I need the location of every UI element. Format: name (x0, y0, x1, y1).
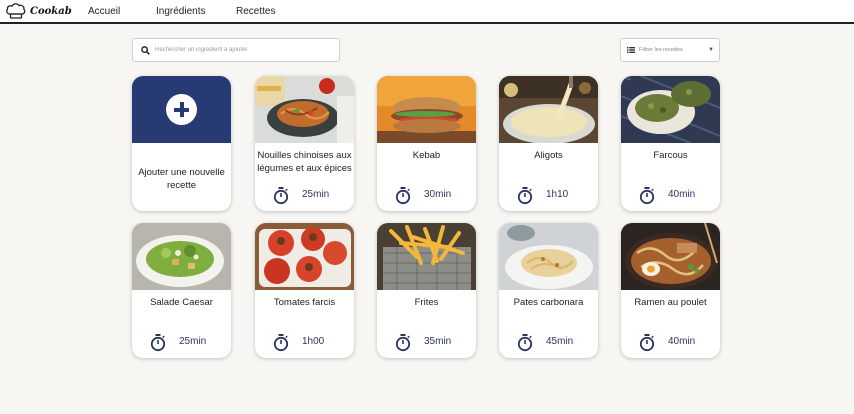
time-label: 30min (424, 189, 452, 200)
recipe-duration: 40min (621, 186, 720, 206)
ingredient-search-input[interactable] (155, 47, 335, 53)
recipe-title: Farcous (653, 150, 688, 161)
top-navbar: Cookab Accueil Ingrédients Recettes (0, 0, 854, 24)
recipe-duration: 25min (132, 333, 231, 353)
recipe-image-carbonara (499, 223, 598, 290)
recipe-card[interactable]: Kebab 30min (377, 76, 476, 211)
recipe-card[interactable]: Ramen au poulet 40min (621, 223, 720, 358)
list-icon (627, 47, 635, 53)
time-label: 45min (546, 336, 574, 347)
recipe-image-fries (377, 223, 476, 290)
time-label: 25min (302, 189, 330, 200)
add-card-banner (132, 76, 231, 143)
timer-icon (273, 334, 289, 352)
recipe-duration: 30min (377, 186, 476, 206)
recipe-duration: 35min (377, 333, 476, 353)
timer-icon (395, 334, 411, 352)
timer-icon (639, 187, 655, 205)
timer-icon (395, 187, 411, 205)
time-label: 1h00 (302, 336, 325, 347)
recipe-card[interactable]: Frites 35min (377, 223, 476, 358)
recipe-title: Kebab (412, 150, 441, 161)
filter-placeholder: Filtrer les recettes (639, 47, 683, 53)
recipe-duration: 25min (255, 186, 354, 206)
recipe-title: Aligots (534, 150, 563, 161)
recipe-image-aligot (499, 76, 598, 143)
time-label: 40min (668, 336, 696, 347)
timer-icon (150, 334, 166, 352)
recipe-title: Pates carbonara (513, 297, 584, 308)
recipe-title: Tomates farcis (273, 297, 336, 308)
recipe-image-noodles (255, 76, 354, 143)
recipe-title: Nouilles chinoises aux légumes et aux ép… (257, 150, 352, 174)
recipe-card[interactable]: Salade Caesar 25min (132, 223, 231, 358)
time-label: 1h10 (546, 189, 569, 200)
ingredient-search-box[interactable] (132, 38, 340, 62)
search-icon (141, 45, 150, 55)
recipe-title: Ramen au poulet (634, 297, 707, 308)
plus-icon[interactable] (166, 94, 197, 125)
recipe-duration: 1h00 (255, 333, 354, 353)
recipe-image-stuffed-tomatoes (255, 223, 354, 290)
recipe-card[interactable]: Tomates farcis 1h00 (255, 223, 354, 358)
nav-link-ingredients[interactable]: Ingrédients (156, 6, 205, 17)
time-label: 40min (668, 189, 696, 200)
timer-icon (273, 187, 289, 205)
recipe-title: Salade Caesar (150, 297, 213, 308)
chevron-down-icon: ▼ (708, 47, 714, 53)
nav-link-recettes[interactable]: Recettes (236, 6, 275, 17)
timer-icon (639, 334, 655, 352)
brand-logo[interactable]: Cookab (6, 2, 72, 20)
add-recipe-card[interactable]: Ajouter une nouvelle recette (132, 76, 231, 211)
recipe-filter-select[interactable]: Filtrer les recettes ▼ (620, 38, 720, 62)
timer-icon (517, 187, 533, 205)
add-recipe-label: Ajouter une nouvelle recette (138, 167, 225, 191)
recipe-image-ramen (621, 223, 720, 290)
recipe-card[interactable]: Farcous 40min (621, 76, 720, 211)
recipe-card[interactable]: Nouilles chinoises aux légumes et aux ép… (255, 76, 354, 211)
recipe-title: Frites (414, 297, 439, 308)
recipe-card[interactable]: Aligots 1h10 (499, 76, 598, 211)
recipe-card[interactable]: Pates carbonara 45min (499, 223, 598, 358)
time-label: 35min (424, 336, 452, 347)
nav-link-accueil[interactable]: Accueil (88, 6, 120, 17)
timer-icon (517, 334, 533, 352)
recipe-duration: 1h10 (499, 186, 598, 206)
chef-hat-icon (6, 3, 26, 19)
recipe-duration: 45min (499, 333, 598, 353)
time-label: 25min (179, 336, 207, 347)
recipe-image-farcous (621, 76, 720, 143)
recipe-image-caesar-salad (132, 223, 231, 290)
recipe-image-kebab (377, 76, 476, 143)
recipe-duration: 40min (621, 333, 720, 353)
brand-name: Cookab (30, 5, 72, 17)
